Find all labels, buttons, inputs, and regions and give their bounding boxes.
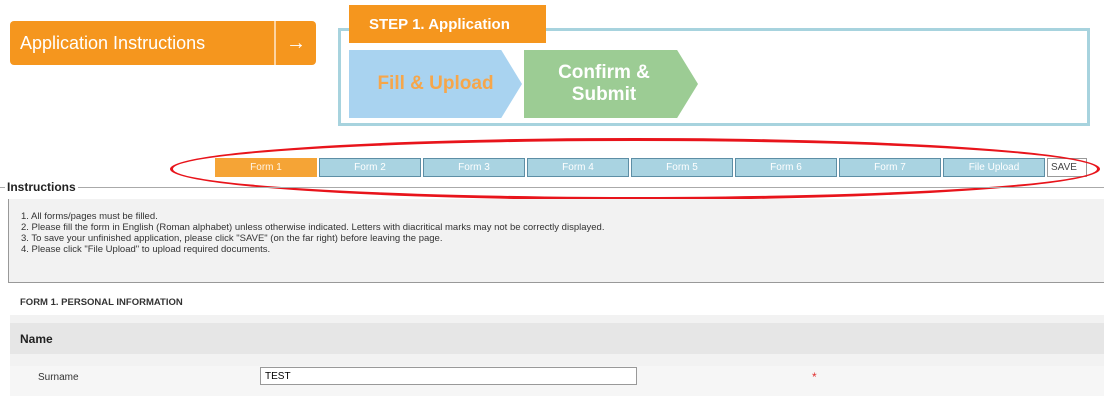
section-header-name: Name (10, 323, 1104, 354)
instruction-item: 3. To save your unfinished application, … (21, 233, 443, 244)
instructions-box: 1. All forms/pages must be filled. 2. Pl… (8, 199, 1104, 283)
tab-form-3[interactable]: Form 3 (423, 158, 525, 177)
form-title: FORM 1. PERSONAL INFORMATION (20, 297, 183, 308)
instruction-item: 2. Please fill the form in English (Roma… (21, 222, 605, 233)
surname-label: Surname (38, 372, 79, 383)
tab-form-1[interactable]: Form 1 (215, 158, 317, 177)
surname-input[interactable] (260, 367, 637, 385)
application-instructions-button[interactable]: Application Instructions → (10, 21, 316, 65)
required-marker: * (812, 370, 817, 384)
step-tag: STEP 1. Application (349, 5, 546, 43)
application-instructions-label: Application Instructions (20, 32, 206, 53)
tab-form-6[interactable]: Form 6 (735, 158, 837, 177)
tab-file-upload[interactable]: File Upload (943, 158, 1045, 177)
instruction-item: 1. All forms/pages must be filled. (21, 211, 158, 222)
form-tabs: Form 1 Form 2 Form 3 Form 4 Form 5 Form … (215, 158, 1087, 177)
tab-form-4[interactable]: Form 4 (527, 158, 629, 177)
instructions-divider (0, 187, 1104, 188)
instructions-title: Instructions (5, 180, 78, 194)
tab-form-7[interactable]: Form 7 (839, 158, 941, 177)
arrow-right-icon: → (286, 31, 306, 54)
instruction-item: 4. Please click "File Upload" to upload … (21, 244, 271, 255)
save-button[interactable]: SAVE (1047, 158, 1087, 177)
tab-form-5[interactable]: Form 5 (631, 158, 733, 177)
step-confirm-submit: Confirm & Submit (524, 50, 698, 118)
instructions-list: 1. All forms/pages must be filled. 2. Pl… (21, 211, 604, 255)
tab-form-2[interactable]: Form 2 (319, 158, 421, 177)
step-fill-upload: Fill & Upload (349, 50, 522, 118)
